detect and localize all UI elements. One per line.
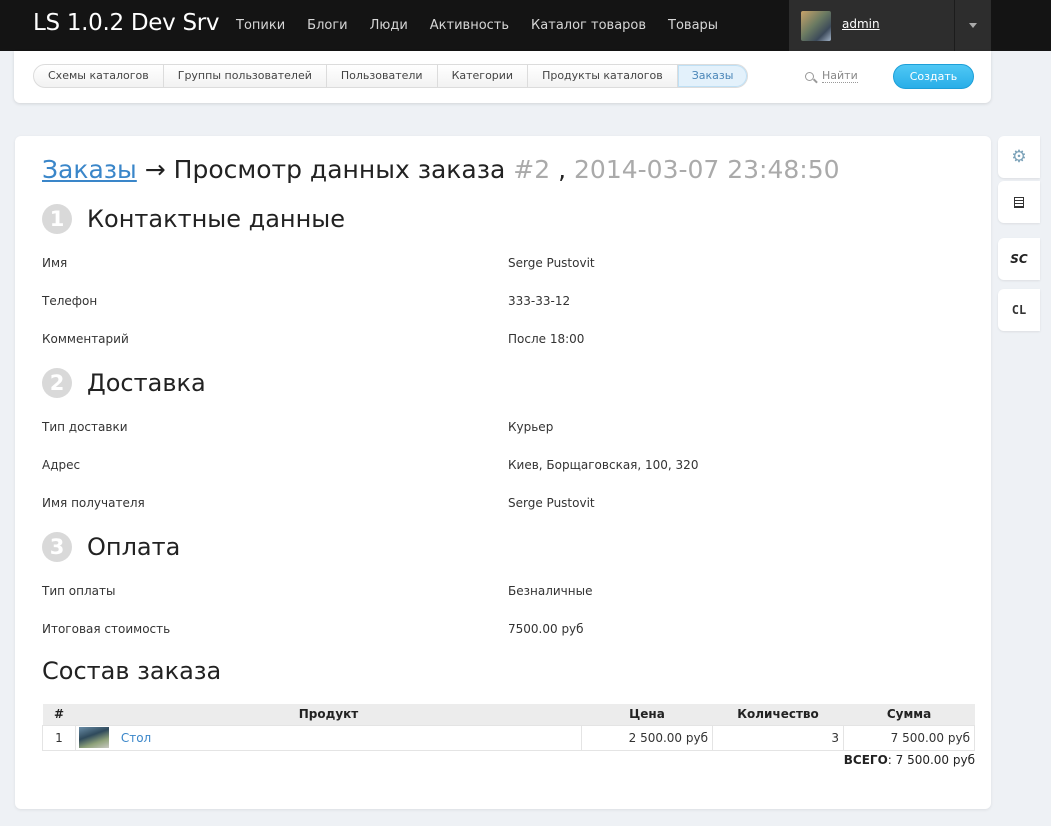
search-icon (805, 71, 814, 81)
sc-tool[interactable]: SC (998, 238, 1040, 280)
product-link[interactable]: Стол (121, 731, 151, 745)
product-thumbnail[interactable] (79, 727, 109, 748)
column-header: Сумма (843, 704, 975, 725)
field-label: Тип оплаты (42, 584, 116, 598)
document-icon (1014, 197, 1024, 208)
field-label: Имя (42, 256, 68, 270)
field-label: Итоговая стоимость (42, 622, 171, 636)
field-value: Serge Pustovit (508, 496, 595, 510)
tab-catalog-products[interactable]: Продукты каталогов (528, 65, 678, 87)
site-brand[interactable]: LS 1.0.2 Dev Srv (33, 10, 220, 36)
cl-tool[interactable]: CL (998, 289, 1040, 331)
chevron-down-icon[interactable] (969, 23, 977, 28)
table-row: 1 Стол 2 500.00 руб 3 7 500.00 руб (42, 724, 975, 751)
page-title: Заказы → Просмотр данных заказа #2 , 201… (42, 155, 840, 184)
column-header: Цена (581, 704, 713, 725)
field-value: После 18:00 (508, 332, 585, 346)
field-label: Адрес (42, 458, 81, 472)
order-total: ВСЕГО: 7 500.00 руб (843, 753, 975, 767)
sum-cell: 7 500.00 руб (843, 724, 975, 751)
top-navbar: LS 1.0.2 Dev Srv Топики Блоги Люди Актив… (0, 0, 1051, 51)
divider (954, 0, 955, 51)
field-value: Безналичные (508, 584, 593, 598)
main-nav: Топики Блоги Люди Активность Каталог тов… (236, 0, 740, 51)
settings-tool[interactable]: ⚙ (998, 136, 1040, 178)
tab-user-groups[interactable]: Группы пользователей (164, 65, 327, 87)
nav-products[interactable]: Товары (668, 0, 718, 51)
section-contacts-heading: 1 Контактные данные (42, 204, 345, 234)
order-items-table: # Продукт Цена Количество Сумма 1 Стол 2… (42, 704, 975, 751)
tab-users[interactable]: Пользователи (327, 65, 438, 87)
total-value: 7 500.00 руб (895, 753, 975, 767)
title-separator: , (558, 155, 567, 184)
nav-blogs[interactable]: Блоги (307, 0, 347, 51)
nav-people[interactable]: Люди (370, 0, 408, 51)
field-value: Киев, Борщаговская, 100, 320 (508, 458, 699, 472)
nav-catalog[interactable]: Каталог товаров (531, 0, 646, 51)
avatar[interactable] (801, 11, 831, 41)
section-delivery-heading: 2 Доставка (42, 368, 206, 398)
field-value: Курьер (508, 420, 554, 434)
search-link[interactable]: Найти (805, 69, 858, 83)
username-link[interactable]: admin (842, 17, 880, 31)
admin-toolbar: Схемы каталогов Группы пользователей Пол… (14, 51, 991, 103)
tab-catalog-schemes[interactable]: Схемы каталогов (34, 65, 164, 87)
gear-icon: ⚙ (1011, 147, 1027, 167)
nav-topics[interactable]: Топики (236, 0, 285, 51)
order-contents-title: Состав заказа (42, 657, 222, 685)
section-number: 2 (42, 368, 72, 398)
document-tool[interactable] (998, 181, 1040, 223)
tab-orders[interactable]: Заказы (677, 65, 748, 87)
section-number: 1 (42, 204, 72, 234)
section-title: Контактные данные (87, 205, 346, 233)
section-title: Доставка (87, 369, 206, 397)
tab-categories[interactable]: Категории (438, 65, 529, 87)
create-button[interactable]: Создать (893, 64, 974, 89)
table-header-row: # Продукт Цена Количество Сумма (42, 704, 975, 725)
field-label: Имя получателя (42, 496, 145, 510)
search-label: Найти (822, 69, 858, 83)
nav-activity[interactable]: Активность (430, 0, 509, 51)
field-value: 333-33-12 (508, 294, 571, 308)
breadcrumb-arrow: → (144, 155, 166, 184)
section-title: Оплата (87, 533, 181, 561)
row-number: 1 (42, 724, 76, 751)
column-header: Количество (712, 704, 844, 725)
order-number: #2 (513, 155, 551, 184)
field-label: Комментарий (42, 332, 129, 346)
price-cell: 2 500.00 руб (581, 724, 713, 751)
product-cell: Стол (75, 724, 582, 751)
section-number: 3 (42, 532, 72, 562)
page-heading: Просмотр данных заказа (173, 155, 506, 184)
field-value: 7500.00 руб (508, 622, 584, 636)
column-header: Продукт (75, 704, 582, 725)
total-label: ВСЕГО (843, 753, 888, 767)
column-header: # (42, 704, 76, 725)
section-payment-heading: 3 Оплата (42, 532, 180, 562)
field-value: Serge Pustovit (508, 256, 595, 270)
quantity-cell: 3 (712, 724, 844, 751)
admin-tabs: Схемы каталогов Группы пользователей Пол… (33, 64, 749, 88)
breadcrumb-orders[interactable]: Заказы (42, 155, 137, 184)
order-datetime: 2014-03-07 23:48:50 (574, 155, 840, 184)
field-label: Тип доставки (42, 420, 128, 434)
order-card: Заказы → Просмотр данных заказа #2 , 201… (15, 136, 991, 809)
user-menu: admin (789, 0, 991, 51)
field-label: Телефон (42, 294, 98, 308)
